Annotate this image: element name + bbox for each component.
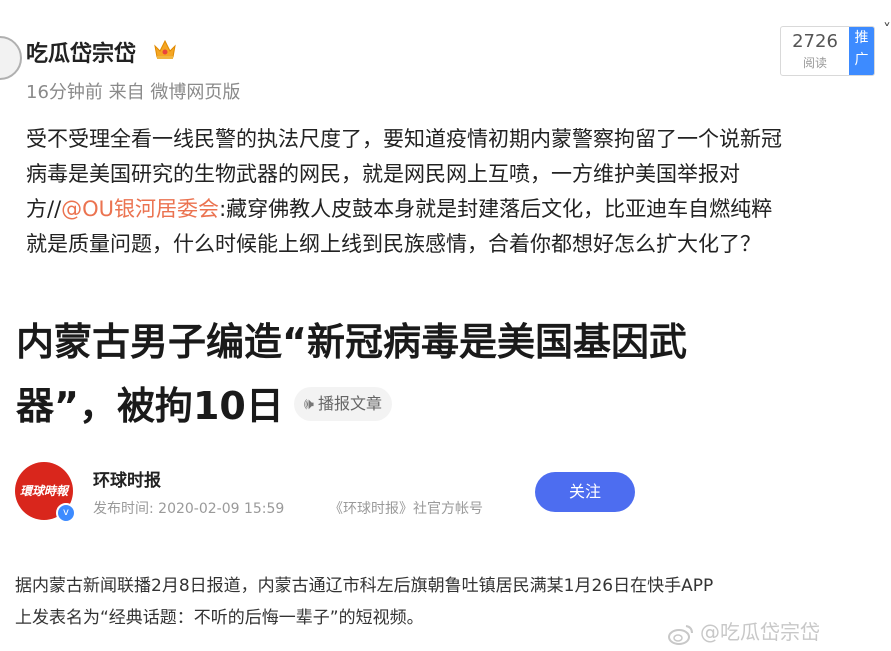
read-label: 阅读 [802,56,827,70]
source-account: 《环球时报》社官方帐号 [329,501,483,517]
post-line: 病毒是美国研究的生物武器的网民，就是网民网上互喷，一方维护美国举报对 [26,162,740,186]
promote-button[interactable]: 推广 [849,27,874,75]
post-meta: 16分钟前 来自 微博网页版 [26,78,240,104]
speaker-icon: 🕪 [303,393,314,413]
article-title: 内蒙古男子编造“新冠病毒是美国基因武 器”，被拘10日 🕪 播报文章 [16,310,687,438]
article-screenshot[interactable]: 内蒙古男子编造“新冠病毒是美国基因武 器”，被拘10日 🕪 播报文章 環球時報 v … [0,292,842,651]
avatar[interactable] [0,36,22,80]
source-name: 环球时报 [93,471,161,491]
read-count-box: 2726 阅读 推广 [780,26,875,76]
article-body-line: 据内蒙古新闻联播2月8日报道，内蒙古通辽市科左后旗朝鲁吐镇居民满某1月26日在快… [15,576,714,596]
mention-link[interactable]: @OU银河居委会 [61,197,219,221]
article-title-line: 内蒙古男子编造“新冠病毒是美国基因武 [16,320,687,364]
post-source[interactable]: 来自 微博网页版 [109,82,241,103]
chevron-down-icon[interactable]: ˅ [883,20,891,39]
username[interactable]: 吃瓜岱宗岱 [26,36,136,68]
watermark: @吃瓜岱宗岱 [668,616,820,645]
play-article-button: 🕪 播报文章 [293,386,392,421]
crown-icon [154,39,176,59]
weibo-logo-icon [668,624,693,645]
article-title-line: 器”，被拘10日 [16,384,284,428]
post-text: 受不受理全看一线民警的执法尺度了，要知道疫情初期内蒙警察拘留了一个说新冠 病毒是… [26,122,891,262]
verified-badge-icon: v [56,503,76,523]
post-time[interactable]: 16分钟前 [26,82,103,103]
follow-button: 关注 [535,472,635,512]
read-count: 2726 [792,31,838,52]
publish-time: 发布时间: 2020-02-09 15:59 [93,501,285,517]
post-line: 方//@OU银河居委会:藏穿佛教人皮鼓本身就是封建落后文化，比亚迪车自燃纯粹 [26,197,773,221]
post-line: 就是质量问题，什么时候能上纲上线到民族感情，合着你都想好怎么扩大化了？ [26,232,761,256]
post-line: 受不受理全看一线民警的执法尺度了，要知道疫情初期内蒙警察拘留了一个说新冠 [26,127,782,151]
